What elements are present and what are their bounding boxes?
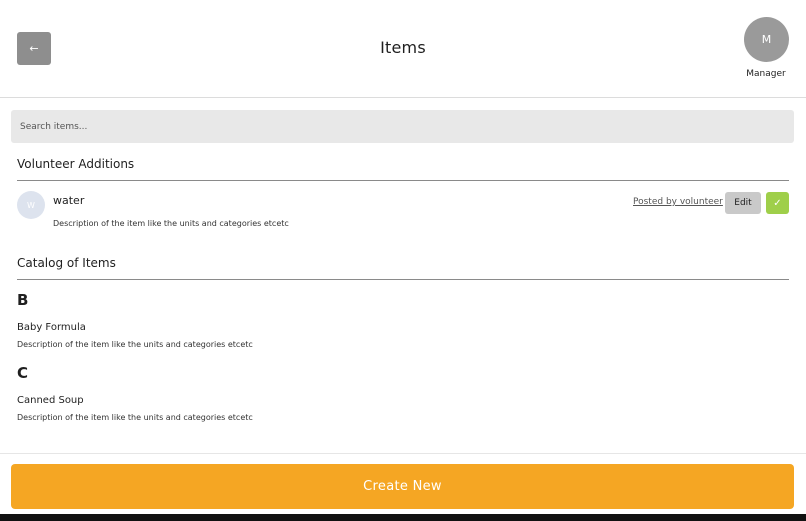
page-title: Items (380, 38, 426, 57)
catalog-group-letter: C (17, 364, 29, 382)
search-input[interactable] (11, 110, 794, 143)
volunteer-item-avatar: W (17, 191, 45, 219)
user-avatar[interactable]: M (744, 17, 789, 62)
catalog-item-description: Description of the item like the units a… (17, 340, 253, 349)
catalog-item-name: Baby Formula (17, 322, 86, 333)
approve-button[interactable]: ✓ (766, 192, 789, 214)
avatar-initial: M (761, 33, 772, 46)
catalog-heading: Catalog of Items (17, 256, 789, 280)
app-header: ← Items M Manager (0, 0, 806, 98)
check-icon: ✓ (773, 197, 782, 209)
edit-button[interactable]: Edit (725, 192, 761, 214)
volunteer-item-name: water (53, 194, 85, 207)
volunteer-item-description: Description of the item like the units a… (53, 219, 289, 228)
create-new-button[interactable]: Create New (11, 464, 794, 509)
volunteer-additions-heading: Volunteer Additions (17, 157, 789, 181)
posted-by-volunteer-link[interactable]: Posted by volunteer (633, 197, 723, 207)
bottom-bar (0, 514, 806, 521)
catalog-item-description: Description of the item like the units a… (17, 413, 253, 422)
avatar-initial: W (27, 200, 35, 210)
catalog-group-letter: B (17, 291, 29, 309)
user-role-label: Manager (746, 69, 786, 79)
catalog-item-name: Canned Soup (17, 395, 84, 406)
footer-divider (0, 453, 806, 454)
